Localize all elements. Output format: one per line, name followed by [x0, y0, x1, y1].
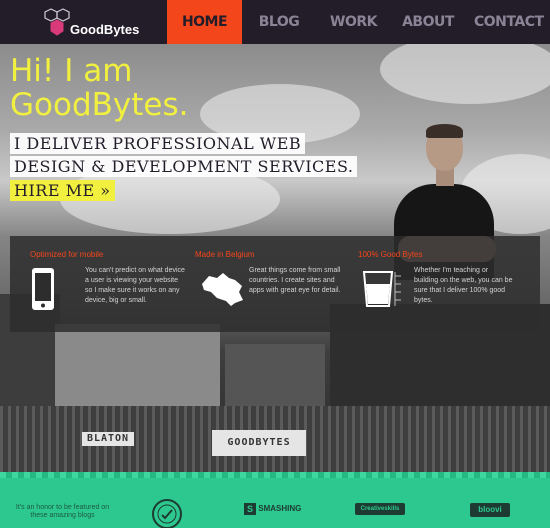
nav-about[interactable]: ABOUT — [402, 0, 454, 44]
hero-tagline: I DELIVER PROFESSIONAL WEB — [10, 133, 306, 154]
fence-sign: BLATON — [82, 432, 134, 446]
partner-name: SMASHING — [258, 504, 302, 514]
partner-smashing[interactable]: S SMASHING — [244, 503, 301, 515]
cloud — [380, 44, 550, 104]
logo-text: GoodBytes — [70, 22, 140, 37]
feature-title: 100% Good Bytes — [358, 250, 423, 259]
features-panel: Optimized for mobile You can't predict o… — [10, 236, 540, 332]
top-navigation: GoodBytes HOME BLOG WORK ABOUT CONTACT — [0, 0, 550, 44]
background-building — [225, 344, 325, 414]
background-building — [55, 324, 220, 414]
partner-bloovi[interactable]: bloovi — [470, 503, 510, 517]
featured-on-text: It's an honor to be featured on these am… — [15, 504, 110, 519]
logo[interactable]: GoodBytes — [44, 7, 174, 39]
hero-heading-line: GoodBytes. — [10, 87, 189, 123]
partner-creativeskills[interactable]: Creativeskills — [355, 503, 405, 515]
partner-badge-logo[interactable] — [152, 499, 182, 528]
hero-tagline: DESIGN & DEVELOPMENT SERVICES. — [10, 156, 358, 177]
measuring-cup-icon — [362, 271, 401, 307]
feature-text: Whether I'm teaching or building on the … — [414, 267, 513, 304]
feature-mobile: Optimized for mobile You can't predict o… — [10, 236, 185, 332]
nav-contact[interactable]: CONTACT — [474, 0, 544, 44]
nav-blog[interactable]: BLOG — [250, 0, 308, 44]
feature-goodbytes: 100% Good Bytes Whether I'm teaching or … — [350, 236, 520, 332]
feature-title: Optimized for mobile — [30, 250, 104, 259]
belgium-map-icon — [202, 273, 243, 306]
badge-icon — [157, 504, 177, 524]
cubes-logo-icon — [44, 8, 70, 36]
person-photo — [426, 124, 463, 138]
feature-text: You can't predict on what device a user … — [85, 267, 185, 304]
featured-on-footer: It's an honor to be featured on these am… — [0, 472, 550, 528]
nav-home[interactable]: HOME — [167, 0, 242, 44]
smartphone-icon — [32, 268, 54, 310]
nav-work[interactable]: WORK — [330, 0, 377, 44]
hire-me-button[interactable]: HIRE ME » — [10, 180, 115, 201]
feature-title: Made in Belgium — [195, 250, 255, 259]
feature-belgium: Made in Belgium Great things come from s… — [185, 236, 355, 332]
fence-sign: GOODBYTES — [212, 430, 306, 456]
footer-divider — [0, 472, 550, 478]
hero-heading: Hi! I am GoodBytes. — [10, 54, 188, 122]
hero-heading-line: Hi! I am — [10, 53, 133, 89]
feature-text: Great things come from small countries. … — [249, 267, 341, 294]
smashing-s-icon: S — [244, 503, 256, 515]
